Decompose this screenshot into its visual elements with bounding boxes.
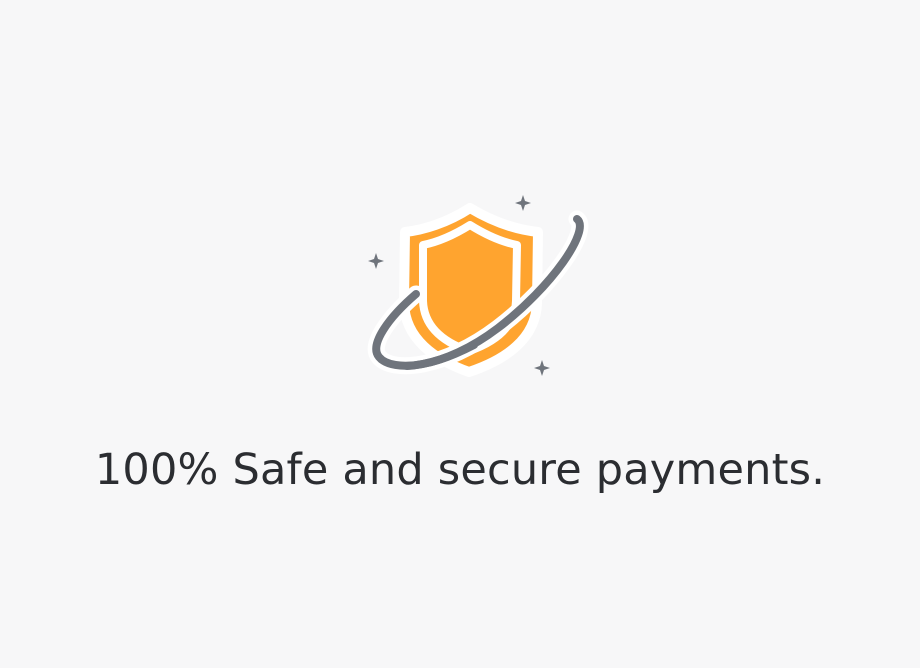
secure-payments-message: 100% Safe and secure payments. [94, 445, 826, 495]
secure-shield-orbit-icon [367, 195, 589, 377]
secure-payments-panel: 100% Safe and secure payments. [0, 0, 920, 668]
